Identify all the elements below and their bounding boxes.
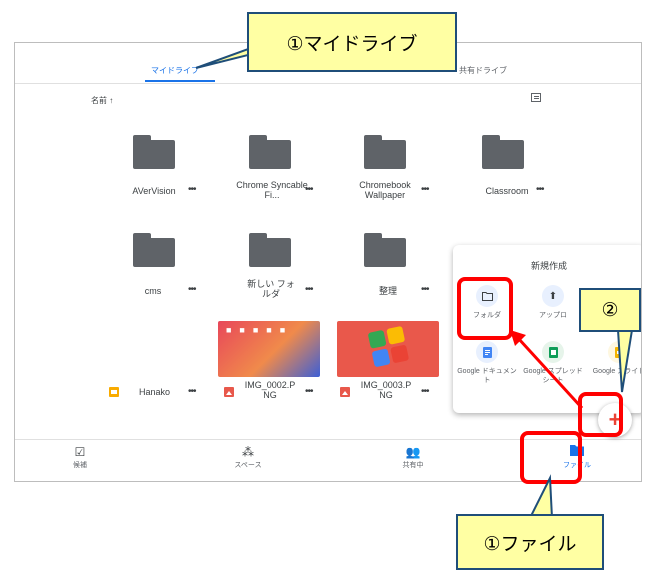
- people-icon: 👥: [405, 445, 421, 459]
- check-circle-icon: ☑: [74, 445, 86, 459]
- file-name: Chromebook Wallpaper: [359, 180, 411, 200]
- sort-by-name-button[interactable]: 名前 ↑: [91, 95, 113, 106]
- upload-icon: ⬆: [542, 285, 564, 307]
- workspaces-icon: ⁂: [242, 445, 254, 459]
- more-options-button[interactable]: •••: [188, 284, 196, 295]
- callout-files: ①ファイル: [456, 514, 604, 570]
- file-name: AVerVision: [132, 186, 176, 196]
- tab-shared-drives[interactable]: 共有ドライブ: [459, 65, 507, 76]
- file-name: Chrome Syncable Fi...: [236, 180, 308, 200]
- menu-item-label: Google スライド: [592, 368, 642, 375]
- tab-my-drive-underline: [145, 80, 215, 82]
- logo-graphic: [367, 325, 411, 369]
- upload-button[interactable]: ⬆ アップロ: [523, 285, 583, 320]
- folder-icon[interactable]: [249, 135, 291, 169]
- folder-icon[interactable]: [133, 135, 175, 169]
- nav-item-suggestions[interactable]: ☑ 候補: [50, 444, 110, 470]
- new-slides-button[interactable]: Google スライド: [589, 341, 642, 376]
- image-thumbnail[interactable]: ■■■■■: [218, 321, 320, 377]
- more-options-button[interactable]: •••: [536, 184, 544, 195]
- file-name: 整理: [378, 286, 397, 296]
- more-options-button[interactable]: •••: [305, 386, 313, 397]
- folder-icon[interactable]: [482, 135, 524, 169]
- image-thumbnail[interactable]: [337, 321, 439, 377]
- file-name: Classroom: [485, 186, 529, 196]
- menu-item-label: Google ドキュメント: [457, 368, 517, 384]
- folder-icon[interactable]: [364, 135, 406, 169]
- folder-icon[interactable]: [133, 233, 175, 267]
- more-options-button[interactable]: •••: [305, 184, 313, 195]
- highlight-files-tab: [520, 431, 582, 484]
- menu-item-label: Google スプレッドシート: [523, 368, 583, 384]
- menu-title: 新規作成: [530, 261, 567, 271]
- drive-app-screen: マイドライブ 共有ドライブ 名前 ↑ AVerVision ••• Chrome…: [14, 42, 642, 482]
- more-options-button[interactable]: •••: [421, 386, 429, 397]
- menu-item-label: アップロ: [539, 312, 567, 319]
- image-file-icon: [340, 387, 350, 397]
- nav-item-shared[interactable]: 👥 共有中: [383, 444, 443, 470]
- folder-icon[interactable]: [249, 233, 291, 267]
- image-file-icon: [224, 387, 234, 397]
- file-name: IMG_0002.P NG: [244, 380, 296, 400]
- docs-icon: [476, 341, 498, 363]
- nav-item-spaces[interactable]: ⁂ スペース: [218, 444, 278, 470]
- tab-my-drive[interactable]: マイドライブ: [151, 65, 199, 76]
- tab-divider: [15, 83, 641, 84]
- more-options-button[interactable]: •••: [421, 284, 429, 295]
- slides-icon: [608, 341, 630, 363]
- slides-file-icon: [109, 387, 119, 397]
- callout-my-drive: ①マイドライブ: [247, 12, 457, 72]
- new-docs-button[interactable]: Google ドキュメント: [457, 341, 517, 385]
- highlight-folder-item: [457, 277, 513, 340]
- folder-icon[interactable]: [364, 233, 406, 267]
- file-name: 新しい フォルダ: [247, 279, 295, 299]
- sheets-icon: [542, 341, 564, 363]
- nav-label: スペース: [234, 462, 262, 469]
- more-options-button[interactable]: •••: [188, 386, 196, 397]
- more-options-button[interactable]: •••: [305, 284, 313, 295]
- more-options-button[interactable]: •••: [188, 184, 196, 195]
- more-options-button[interactable]: •••: [421, 184, 429, 195]
- callout-new-button: ②: [579, 288, 641, 332]
- file-name: IMG_0003.P NG: [360, 380, 412, 400]
- nav-label: 候補: [73, 462, 87, 469]
- highlight-new-button: [578, 392, 623, 437]
- new-sheets-button[interactable]: Google スプレッドシート: [523, 341, 583, 385]
- file-name: Hanako: [139, 387, 171, 397]
- list-view-icon[interactable]: [531, 93, 541, 102]
- app-icons-decoration: ■■■■■: [226, 325, 294, 335]
- file-name: cms: [144, 286, 162, 296]
- nav-label: 共有中: [402, 462, 424, 469]
- callout-pointer: [528, 474, 554, 519]
